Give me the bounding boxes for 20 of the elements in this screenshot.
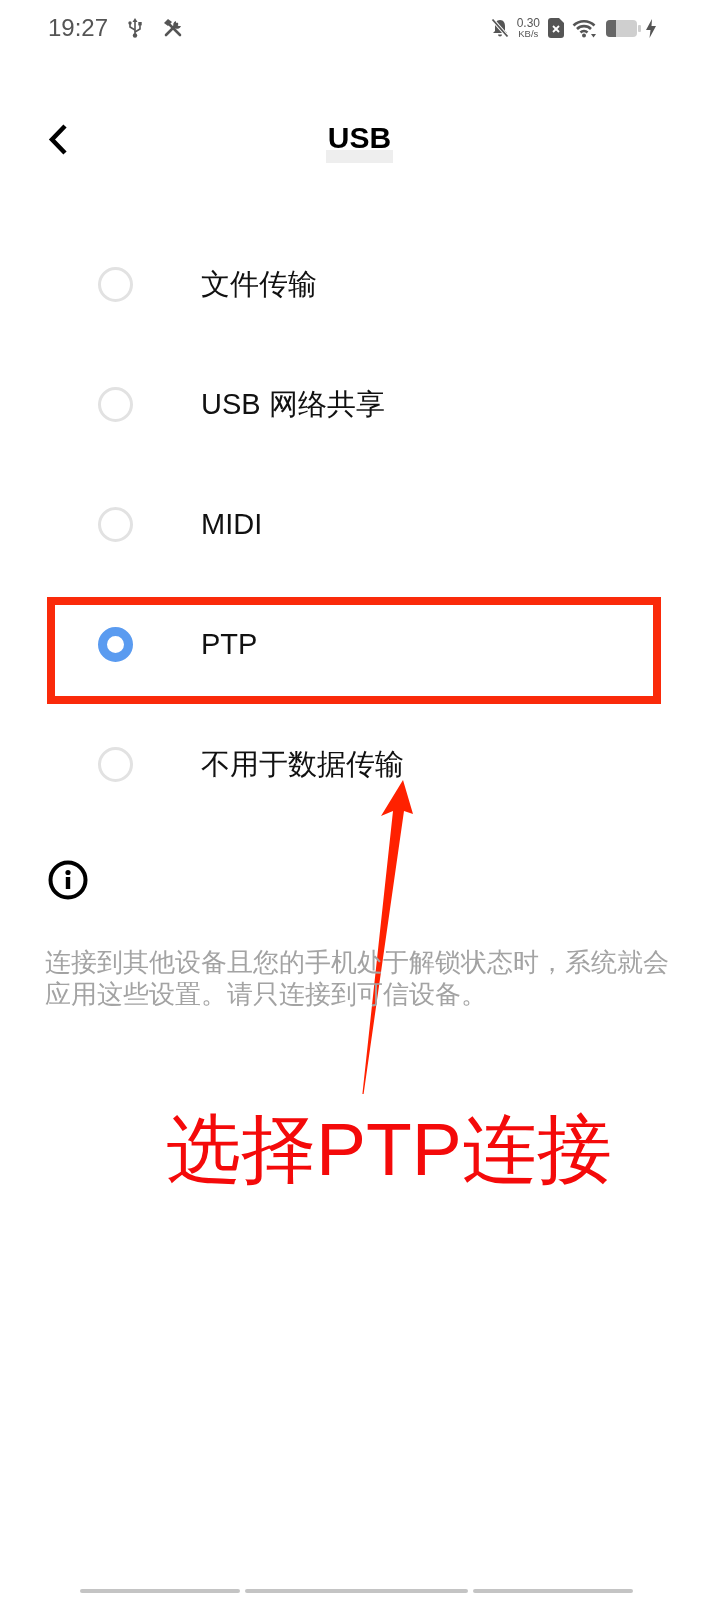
radio-button[interactable] — [98, 626, 133, 662]
battery-icon — [606, 19, 641, 37]
net-speed-unit: KB/s — [518, 28, 539, 39]
info-icon — [48, 860, 88, 900]
annotation-text: 选择PTP连接 — [166, 1110, 612, 1188]
sim-error-icon — [548, 18, 564, 38]
charging-bolt-icon — [646, 18, 656, 38]
tools-icon — [163, 19, 184, 37]
option-label[interactable]: 文件传输 — [201, 266, 317, 302]
wifi-icon — [572, 18, 596, 38]
option-label[interactable]: PTP — [201, 626, 258, 662]
option-label[interactable]: USB 网络共享 — [201, 386, 385, 422]
option-label[interactable]: 不用于数据传输 — [201, 746, 404, 782]
usb-icon — [127, 18, 144, 38]
muted-bell-icon — [490, 18, 509, 38]
status-time: 19:27 — [48, 14, 109, 42]
net-speed-value: 0.30 — [516, 17, 540, 29]
back-icon[interactable] — [47, 124, 69, 155]
option-label[interactable]: MIDI — [201, 506, 263, 542]
page-title: USB — [325, 126, 394, 163]
